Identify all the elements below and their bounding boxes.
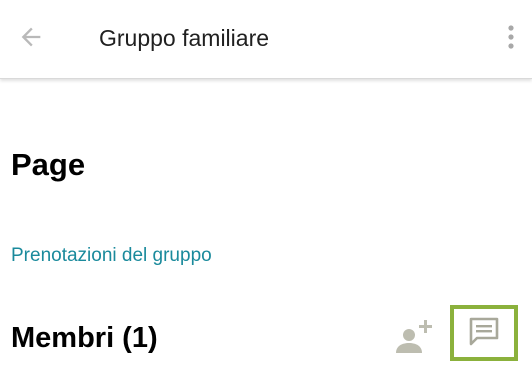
more-options-button[interactable]	[496, 18, 526, 60]
app-bar-title: Gruppo familiare	[99, 25, 270, 51]
chat-button[interactable]	[450, 305, 518, 361]
arrow-left-icon	[17, 23, 45, 56]
group-bookings-link[interactable]: Prenotazioni del gruppo	[11, 243, 212, 269]
chat-bubble-icon	[468, 316, 500, 351]
page-heading: Page	[11, 147, 86, 182]
app-bar: Gruppo familiare	[0, 0, 532, 79]
add-member-button[interactable]	[392, 316, 438, 360]
person-add-icon	[395, 317, 435, 360]
more-vert-icon	[507, 24, 515, 55]
back-button[interactable]	[10, 18, 52, 60]
members-title: Membri (1)	[11, 322, 158, 354]
